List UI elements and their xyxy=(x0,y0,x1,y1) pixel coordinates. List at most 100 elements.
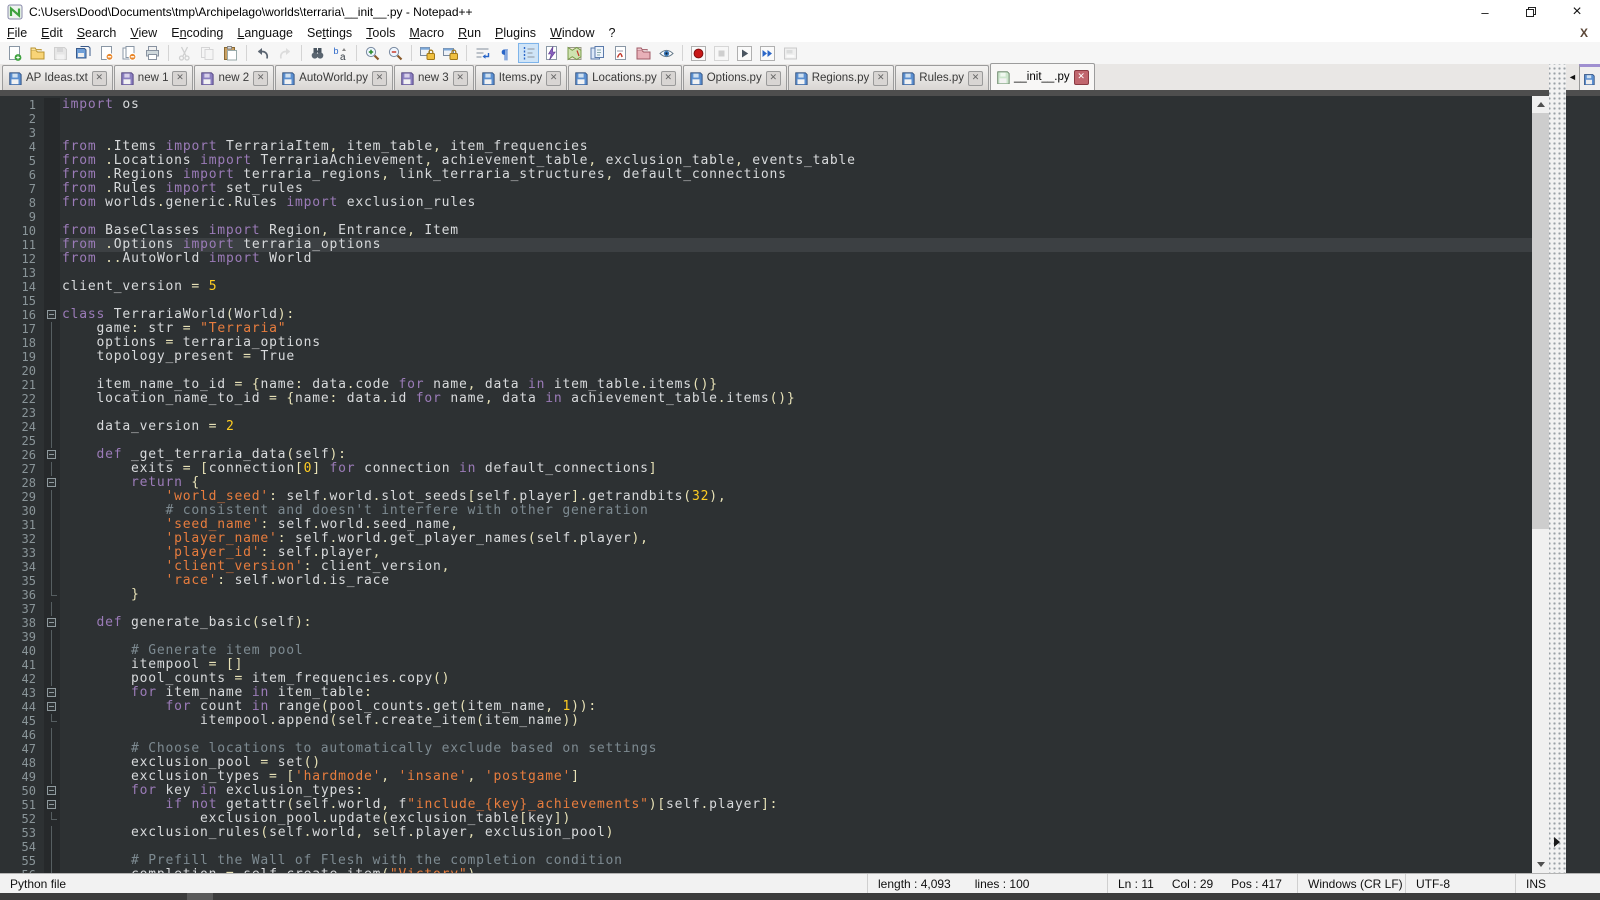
tab-scroll-left-arrow[interactable]: ◄ xyxy=(1566,72,1579,82)
find-icon[interactable] xyxy=(307,43,328,63)
code-line: 39 xyxy=(0,630,1532,644)
fold-marker[interactable] xyxy=(44,448,60,462)
monitoring-icon[interactable] xyxy=(541,43,562,63)
sync-vertical-icon[interactable] xyxy=(417,43,438,63)
tab-close-icon[interactable]: ✕ xyxy=(661,71,676,86)
save-all-icon[interactable] xyxy=(73,43,94,63)
tab-ap-ideas-txt[interactable]: AP Ideas.txt✕ xyxy=(2,65,113,90)
tab-close-icon[interactable]: ✕ xyxy=(546,71,561,86)
code-text: pool_counts = item_frequencies.copy() xyxy=(60,672,1532,686)
tab-close-icon[interactable]: ✕ xyxy=(873,71,888,86)
tab-locations-py[interactable]: Locations.py✕ xyxy=(568,65,682,90)
tab-new-1[interactable]: new 1✕ xyxy=(114,65,194,90)
replace-icon[interactable]: ba xyxy=(330,43,351,63)
menu-settings[interactable]: Settings xyxy=(300,25,359,41)
scrollbar-thumb[interactable] xyxy=(1532,113,1549,529)
save-icon[interactable] xyxy=(50,43,71,63)
copy-icon[interactable] xyxy=(197,43,218,63)
status-insert-mode[interactable]: INS xyxy=(1515,874,1600,893)
macro-run-multiple-icon[interactable] xyxy=(757,43,778,63)
tab-close-icon[interactable]: ✕ xyxy=(1074,70,1089,85)
open-file-icon[interactable] xyxy=(27,43,48,63)
document-map-icon[interactable] xyxy=(564,43,585,63)
function-list-icon[interactable] xyxy=(610,43,631,63)
fold-marker[interactable] xyxy=(44,686,60,700)
macro-save-icon[interactable] xyxy=(780,43,801,63)
floppy-icon xyxy=(481,71,495,85)
fold-marker[interactable] xyxy=(44,308,60,322)
tab-close-icon[interactable]: ✕ xyxy=(968,71,983,86)
view-splitter[interactable] xyxy=(1549,64,1566,873)
fold-marker[interactable] xyxy=(44,798,60,812)
menu-tools[interactable]: Tools xyxy=(359,25,402,41)
paste-icon[interactable] xyxy=(220,43,241,63)
word-wrap-icon[interactable] xyxy=(472,43,493,63)
close-button[interactable]: × xyxy=(1554,0,1600,24)
fold-marker[interactable] xyxy=(44,616,60,630)
redo-icon[interactable] xyxy=(275,43,296,63)
new-file-icon[interactable] xyxy=(4,43,25,63)
undo-icon[interactable] xyxy=(252,43,273,63)
vertical-scrollbar[interactable] xyxy=(1532,96,1549,873)
tab-new-3[interactable]: new 3✕ xyxy=(394,65,474,90)
menu-edit[interactable]: Edit xyxy=(34,25,70,41)
macro-play-icon[interactable] xyxy=(734,43,755,63)
menu-file[interactable]: File xyxy=(0,25,34,41)
second-view-tab[interactable] xyxy=(1579,64,1600,90)
zoom-out-icon[interactable] xyxy=(385,43,406,63)
tab-close-icon[interactable]: ✕ xyxy=(372,71,387,86)
folder-as-workspace-icon[interactable] xyxy=(633,43,654,63)
line-number: 23 xyxy=(0,406,44,420)
zoom-in-icon[interactable] xyxy=(362,43,383,63)
menu-search[interactable]: Search xyxy=(70,25,124,41)
show-all-characters-icon[interactable]: ¶ xyxy=(495,43,516,63)
menu-view[interactable]: View xyxy=(123,25,164,41)
tab-close-icon[interactable]: ✕ xyxy=(172,71,187,86)
fold-marker[interactable] xyxy=(44,700,60,714)
tab-autoworld-py[interactable]: AutoWorld.py✕ xyxy=(275,65,393,90)
sync-horizontal-icon[interactable] xyxy=(440,43,461,63)
minimize-button[interactable]: – xyxy=(1462,0,1508,24)
scroll-down-arrow[interactable] xyxy=(1532,856,1549,873)
cut-icon[interactable] xyxy=(174,43,195,63)
menu-encoding[interactable]: Encoding xyxy=(164,25,230,41)
menu-run[interactable]: Run xyxy=(451,25,488,41)
splitter-collapse-arrow[interactable] xyxy=(1554,837,1560,847)
tab-__init__-py[interactable]: __init__.py✕ xyxy=(990,63,1095,90)
tab-close-icon[interactable]: ✕ xyxy=(766,71,781,86)
macro-record-icon[interactable] xyxy=(688,43,709,63)
tab-close-icon[interactable]: ✕ xyxy=(253,71,268,86)
fold-margin xyxy=(44,252,60,266)
status-encoding[interactable]: UTF-8 xyxy=(1405,874,1515,893)
menu-?[interactable]: ? xyxy=(602,25,623,41)
status-eol-format[interactable]: Windows (CR LF) xyxy=(1297,874,1405,893)
menu-macro[interactable]: Macro xyxy=(402,25,451,41)
tab-regions-py[interactable]: Regions.py✕ xyxy=(788,65,895,90)
tab-options-py[interactable]: Options.py✕ xyxy=(683,65,787,90)
close-document-x[interactable]: X xyxy=(1580,26,1588,40)
indent-guide-icon[interactable] xyxy=(518,43,539,63)
code-line: 21 item_name_to_id = {name: data.code fo… xyxy=(0,378,1532,392)
tab-close-icon[interactable]: ✕ xyxy=(453,71,468,86)
code-line: 11from .Options import terraria_options xyxy=(0,238,1532,252)
tab-close-icon[interactable]: ✕ xyxy=(92,71,107,86)
tab-new-2[interactable]: new 2✕ xyxy=(194,65,274,90)
code-text: data_version = 2 xyxy=(60,420,1532,434)
scroll-up-arrow[interactable] xyxy=(1532,96,1549,113)
print-icon[interactable] xyxy=(142,43,163,63)
tab-items-py[interactable]: Items.py✕ xyxy=(475,65,567,90)
menu-language[interactable]: Language xyxy=(230,25,300,41)
fold-marker[interactable] xyxy=(44,784,60,798)
code-editor[interactable]: 1import os234from .Items import Terraria… xyxy=(0,96,1532,873)
menu-window[interactable]: Window xyxy=(543,25,601,41)
close-all-icon[interactable] xyxy=(119,43,140,63)
tab-rules-py[interactable]: Rules.py✕ xyxy=(895,65,989,90)
fold-marker[interactable] xyxy=(44,476,60,490)
menu-plugins[interactable]: Plugins xyxy=(488,25,543,41)
line-number: 46 xyxy=(0,728,44,742)
restore-button[interactable] xyxy=(1508,0,1554,24)
close-file-icon[interactable] xyxy=(96,43,117,63)
preview-eye-icon[interactable] xyxy=(656,43,677,63)
macro-stop-icon[interactable] xyxy=(711,43,732,63)
document-switcher-icon[interactable] xyxy=(587,43,608,63)
